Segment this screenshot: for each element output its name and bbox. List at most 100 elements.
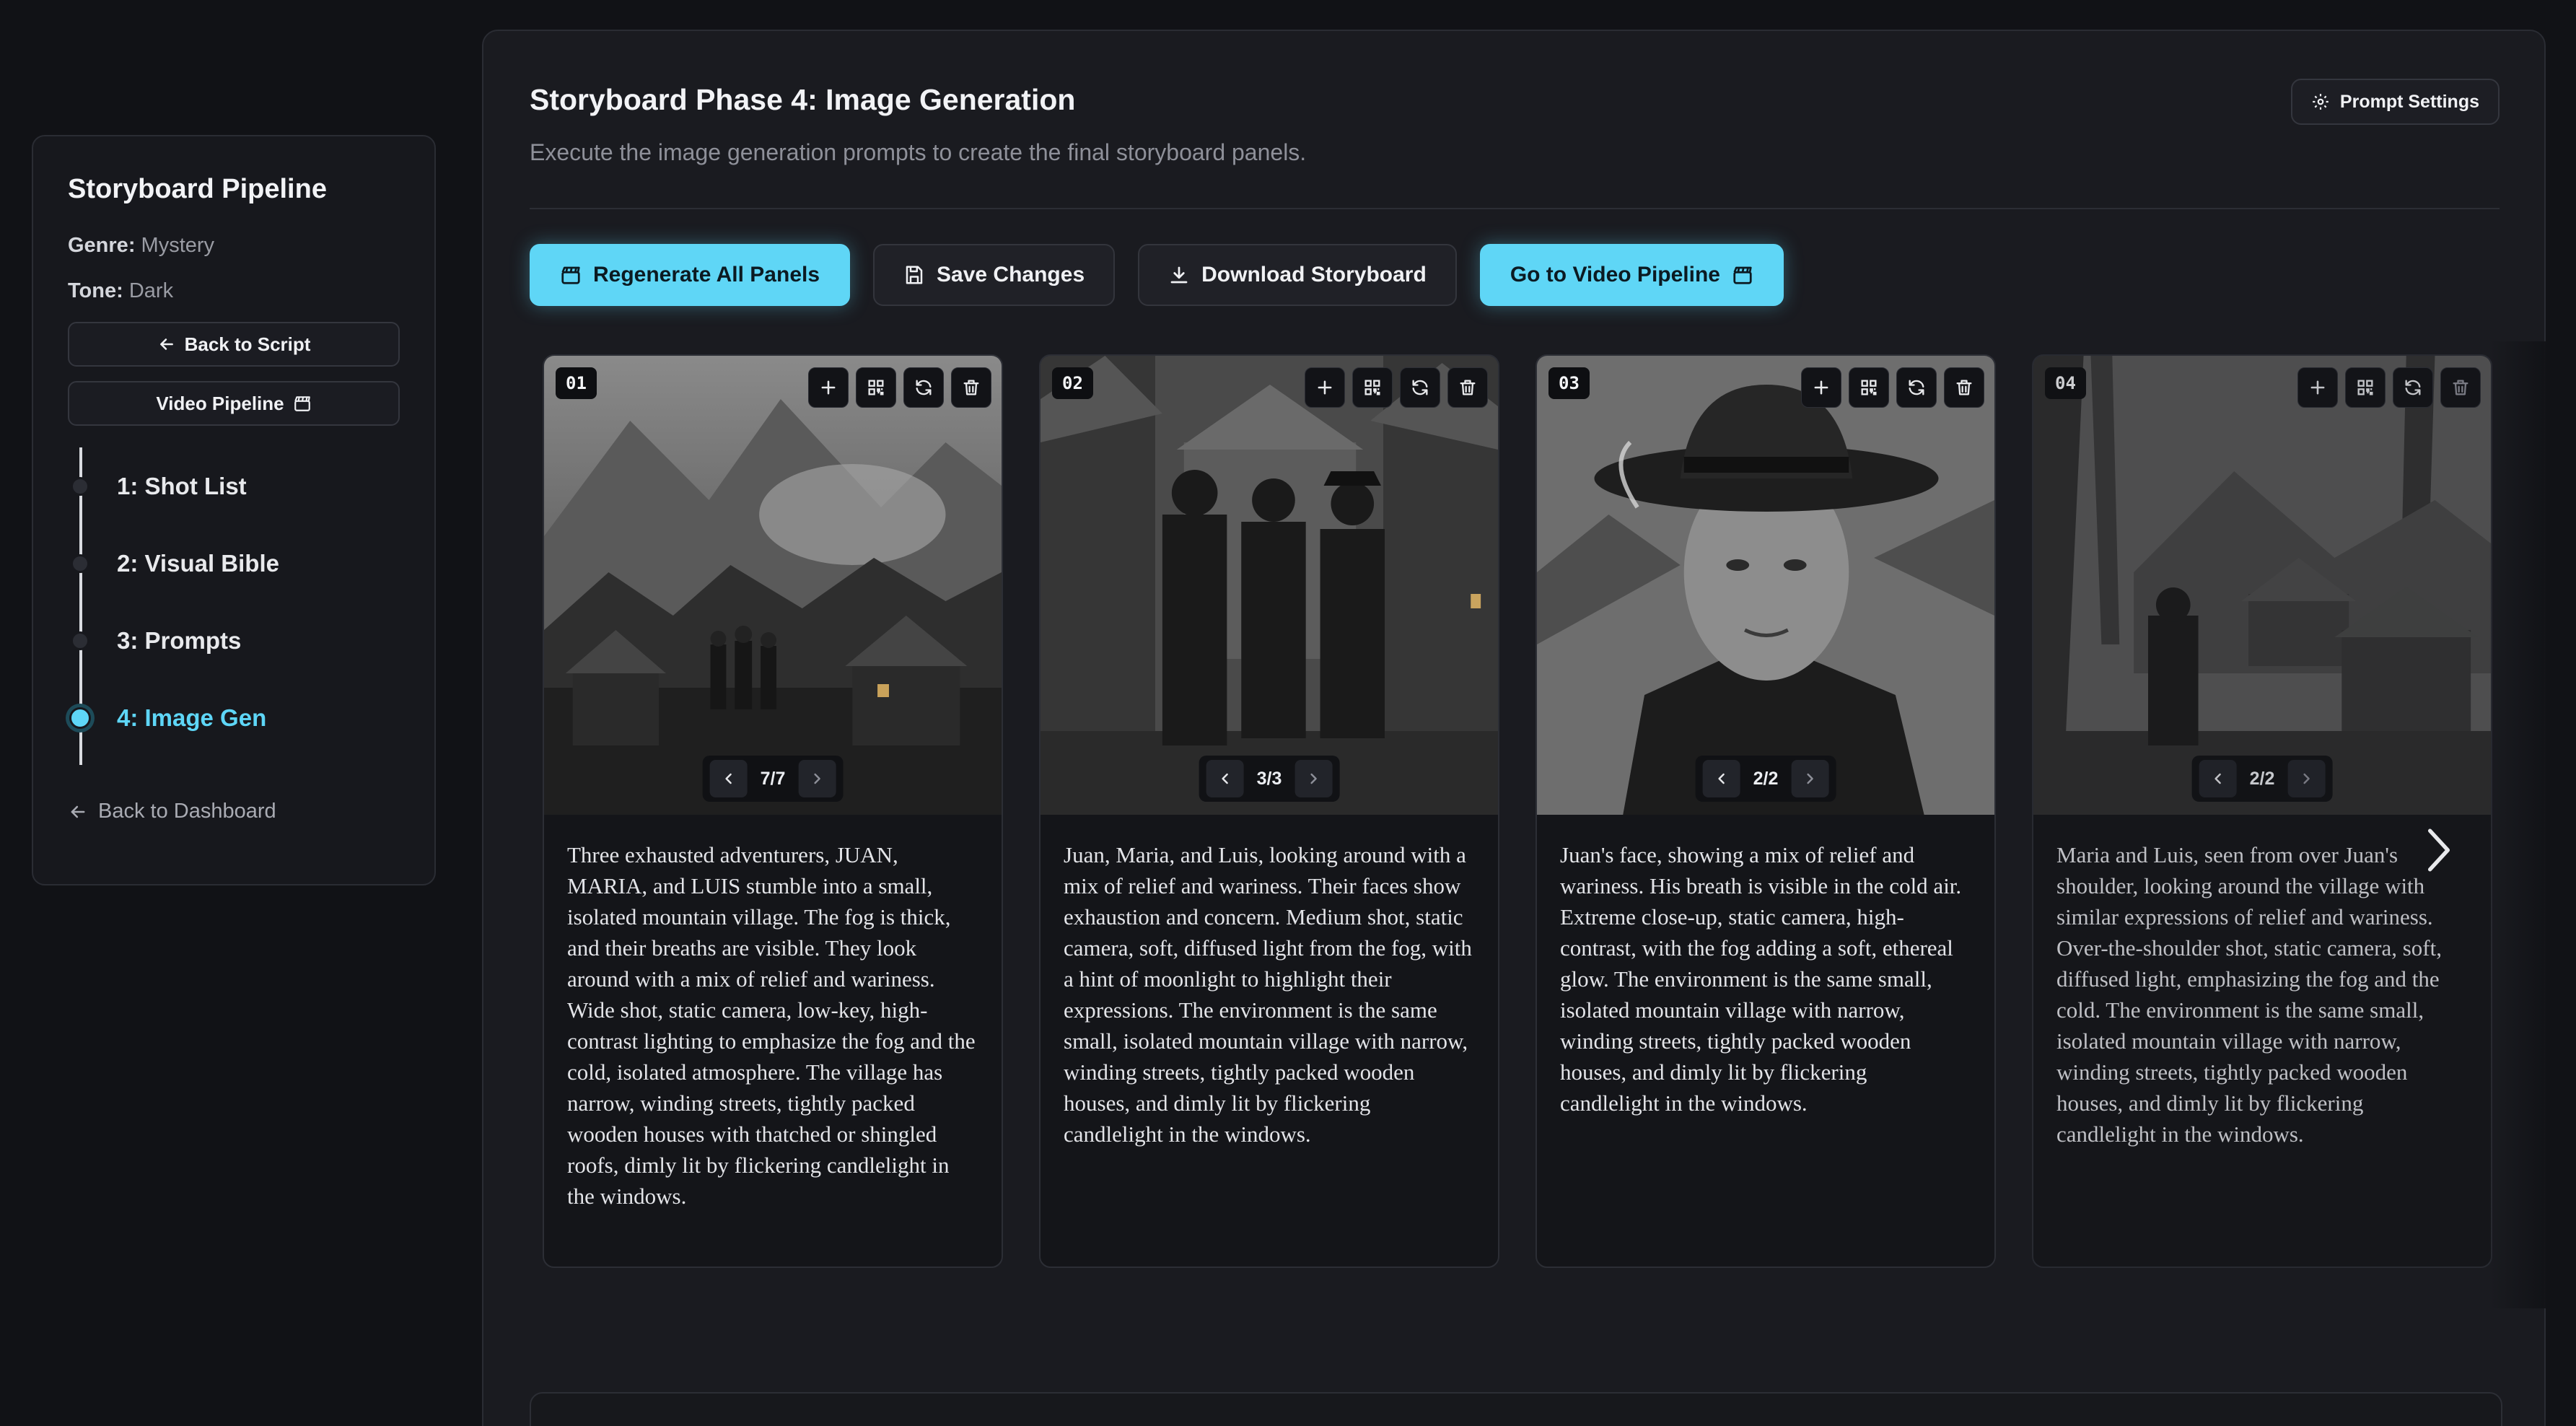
add-button[interactable]	[1305, 367, 1345, 408]
panel-actions	[1305, 367, 1488, 408]
add-button[interactable]	[1801, 367, 1841, 408]
back-to-script-label: Back to Script	[184, 333, 311, 355]
panel-image[interactable]: 02 3/3	[1041, 356, 1498, 815]
refresh-icon	[1909, 380, 1924, 395]
qr-code-icon	[2357, 380, 2373, 395]
image-count: 3/3	[1256, 768, 1282, 789]
prev-image-button[interactable]	[2199, 760, 2237, 797]
download-storyboard-button[interactable]: Download Storyboard	[1138, 244, 1457, 306]
characters-scene-image	[1041, 356, 1498, 815]
step-dot	[71, 631, 89, 650]
plus-icon	[1318, 380, 1332, 395]
qr-code-icon	[868, 380, 884, 395]
video-pipeline-label: Video Pipeline	[156, 392, 284, 414]
prompt-settings-button[interactable]: Prompt Settings	[2290, 79, 2500, 125]
step-dot	[71, 476, 89, 496]
trash-icon	[1956, 380, 1972, 395]
next-image-button[interactable]	[798, 760, 836, 797]
panel-description[interactable]: Juan, Maria, and Luis, looking around wi…	[1041, 815, 1498, 1174]
prompt-settings-label: Prompt Settings	[2339, 91, 2479, 112]
village-scene-image	[544, 356, 1002, 815]
panel-description[interactable]: Three exhausted adventurers, JUAN, MARIA…	[544, 815, 1002, 1236]
delete-button[interactable]	[2440, 367, 2481, 408]
image-pager: 7/7	[702, 756, 844, 802]
panel-image[interactable]: 04 2/2	[2033, 356, 2491, 815]
back-to-script-button[interactable]: Back to Script	[68, 322, 400, 367]
panel-image[interactable]: 03 2/2	[1537, 356, 1994, 815]
trash-icon	[963, 380, 979, 395]
chevron-left-icon	[1222, 773, 1228, 784]
bottom-section-card	[530, 1392, 2502, 1426]
storyboard-panel: 03 2/2 Juan's face, showing a mix of rel…	[1535, 354, 1996, 1268]
save-icon	[906, 266, 923, 284]
next-image-button[interactable]	[2287, 760, 2326, 797]
plus-icon	[2310, 380, 2325, 395]
tone-info: Tone: Dark	[68, 279, 400, 303]
trash-icon	[1460, 380, 1476, 395]
image-pager: 3/3	[1199, 756, 1340, 802]
step-shot-list[interactable]: 1: Shot List	[71, 447, 400, 525]
storyboard-panel: 02 3/3 Juan, Maria, and Luis, looking ar…	[1039, 354, 1499, 1268]
storyboard-panel: 04 2/2 Maria and Luis, seen from over Ju…	[2032, 354, 2492, 1268]
step-prompts[interactable]: 3: Prompts	[71, 602, 400, 679]
delete-button[interactable]	[1447, 367, 1488, 408]
step-image-gen[interactable]: 4: Image Gen	[69, 679, 400, 756]
storyboard-panel: 01 7/7 Three exhausted adventurers, JUAN…	[543, 354, 1003, 1268]
carousel-next-button[interactable]	[2421, 825, 2457, 875]
qr-button[interactable]	[2345, 367, 2386, 408]
qr-button[interactable]	[1352, 367, 1393, 408]
image-count: 2/2	[1753, 768, 1779, 789]
chevron-right-icon	[1310, 773, 1317, 784]
chevron-right-icon	[814, 773, 820, 784]
refresh-icon	[916, 380, 932, 395]
plus-icon	[821, 380, 836, 395]
genre-value: Mystery	[141, 234, 215, 257]
regenerate-all-label: Regenerate All Panels	[593, 263, 820, 286]
page-title: Storyboard Phase 4: Image Generation	[530, 83, 1076, 116]
regenerate-all-button[interactable]: Regenerate All Panels	[530, 244, 851, 306]
chevron-left-icon	[2214, 773, 2221, 784]
clapperboard-icon	[294, 396, 310, 411]
prev-image-button[interactable]	[709, 760, 748, 797]
delete-button[interactable]	[951, 367, 991, 408]
regenerate-button[interactable]	[1400, 367, 1440, 408]
qr-button[interactable]	[856, 367, 896, 408]
add-button[interactable]	[2297, 367, 2338, 408]
panel-image[interactable]: 01 7/7	[544, 356, 1002, 815]
regenerate-button[interactable]	[1896, 367, 1937, 408]
refresh-icon	[1412, 380, 1428, 395]
back-to-dashboard-label: Back to Dashboard	[98, 800, 276, 823]
carousel-edge-fade	[2489, 341, 2547, 1308]
step-dot	[71, 554, 89, 573]
step-dot-active	[69, 707, 91, 729]
tone-value: Dark	[128, 279, 174, 302]
image-count: 2/2	[2249, 768, 2275, 789]
qr-code-icon	[1861, 380, 1877, 395]
panel-actions	[2297, 367, 2481, 408]
refresh-icon	[2405, 380, 2421, 395]
next-image-button[interactable]	[1294, 760, 1333, 797]
chevron-right-icon	[2427, 828, 2450, 872]
arrow-left-icon	[159, 338, 173, 350]
next-image-button[interactable]	[1791, 760, 1829, 797]
regenerate-button[interactable]	[903, 367, 944, 408]
video-pipeline-button[interactable]: Video Pipeline	[68, 381, 400, 426]
step-visual-bible[interactable]: 2: Visual Bible	[71, 525, 400, 602]
qr-button[interactable]	[1849, 367, 1889, 408]
regenerate-button[interactable]	[2393, 367, 2433, 408]
clapperboard-icon	[561, 266, 580, 284]
save-changes-button[interactable]: Save Changes	[873, 244, 1116, 306]
go-to-video-pipeline-label: Go to Video Pipeline	[1510, 263, 1720, 286]
plus-icon	[1814, 380, 1828, 395]
panel-description[interactable]: Juan's face, showing a mix of relief and…	[1537, 815, 1994, 1143]
add-button[interactable]	[808, 367, 849, 408]
prev-image-button[interactable]	[1702, 760, 1740, 797]
delete-button[interactable]	[1944, 367, 1984, 408]
go-to-video-pipeline-button[interactable]: Go to Video Pipeline	[1479, 244, 1784, 306]
action-toolbar: Regenerate All Panels Save Changes Downl…	[530, 244, 1784, 306]
step-list: 1: Shot List 2: Visual Bible 3: Prompts …	[68, 447, 400, 765]
closeup-portrait-image	[1537, 356, 1994, 815]
prev-image-button[interactable]	[1206, 760, 1244, 797]
step-label: 4: Image Gen	[117, 704, 267, 731]
back-to-dashboard-link[interactable]: Back to Dashboard	[68, 800, 400, 823]
